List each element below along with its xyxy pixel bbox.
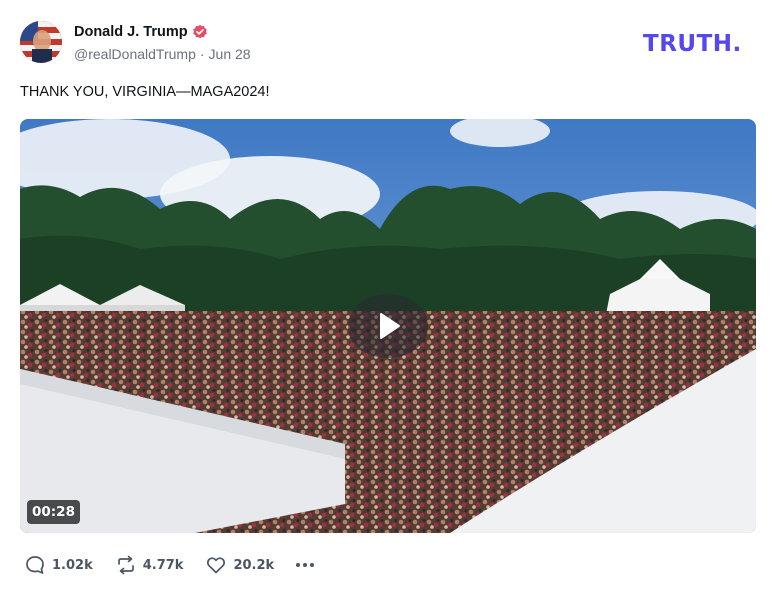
- video-player[interactable]: 00:28: [20, 119, 756, 533]
- video-duration: 00:28: [27, 500, 80, 524]
- retruth-button[interactable]: 4.77k: [115, 554, 184, 576]
- meta-separator: ·: [199, 46, 205, 62]
- post-date[interactable]: Jun 28: [209, 46, 251, 62]
- reply-bubble-icon: [26, 556, 44, 574]
- play-icon: [380, 313, 400, 339]
- heart-icon: [207, 557, 226, 574]
- like-count: 20.2k: [233, 557, 275, 573]
- play-button[interactable]: [348, 294, 428, 358]
- repost-arrows-icon: [117, 555, 134, 575]
- reply-button[interactable]: 1.02k: [24, 554, 93, 576]
- author-handle[interactable]: @realDonaldTrump: [74, 46, 196, 62]
- author-display-name[interactable]: Donald J. Trump: [74, 24, 188, 40]
- retruth-count: 4.77k: [142, 557, 184, 573]
- truth-social-logo[interactable]: TRUTH.: [643, 30, 757, 55]
- more-dots-icon[interactable]: [296, 563, 317, 567]
- post-text: THANK YOU, VIRGINIA—MAGA2024!: [20, 84, 270, 100]
- reply-count: 1.02k: [52, 557, 93, 573]
- post-actions: 1.02k 4.77k 20.2k: [24, 554, 317, 576]
- avatar-image: [20, 21, 62, 63]
- logo-text: TRUTH.: [643, 31, 742, 55]
- avatar[interactable]: [20, 21, 62, 63]
- verified-badge-icon: [192, 24, 207, 39]
- like-button[interactable]: 20.2k: [205, 554, 274, 576]
